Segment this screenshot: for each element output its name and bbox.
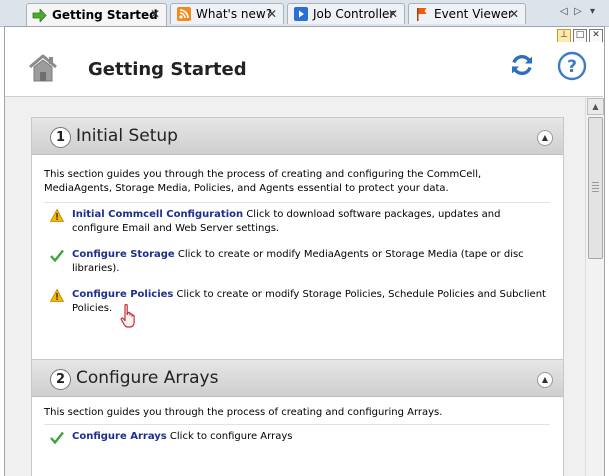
section-number: 1: [50, 127, 71, 148]
item-description: Click to configure Arrays: [169, 431, 293, 442]
configure-policies-link[interactable]: Configure Policies: [72, 289, 173, 300]
close-icon[interactable]: ✕: [509, 7, 519, 21]
section-header[interactable]: 1 Initial Setup ▲: [32, 118, 563, 155]
pin-icon[interactable]: ⊥: [557, 29, 571, 43]
configure-arrays-link[interactable]: Configure Arrays: [72, 431, 167, 442]
item-text: Initial Commcell Configuration Click to …: [72, 208, 550, 236]
vertical-scrollbar[interactable]: ▲: [585, 97, 604, 476]
tab-label: Event Viewer: [434, 7, 513, 21]
page-header: Getting Started ?: [5, 42, 603, 97]
item-text: Configure Policies Click to create or mo…: [72, 288, 550, 316]
close-icon[interactable]: ✕: [150, 7, 160, 21]
section-description: This section guides you through the proc…: [44, 169, 482, 194]
close-icon[interactable]: ✕: [388, 7, 398, 21]
svg-text:?: ?: [567, 57, 577, 77]
arrow-right-icon: [32, 8, 47, 23]
play-icon: [293, 7, 308, 22]
divider: [44, 424, 550, 425]
section-configure-arrays: 2 Configure Arrays ▲ This section guides…: [31, 359, 564, 476]
tab-scroll-right-icon[interactable]: ▷: [574, 6, 582, 17]
section-title: Configure Arrays: [76, 368, 219, 388]
tab-label: Job Controller: [313, 7, 395, 21]
check-icon: [50, 249, 64, 263]
section-title: Initial Setup: [76, 126, 178, 146]
section-header[interactable]: 2 Configure Arrays ▲: [32, 360, 563, 397]
page-title: Getting Started: [88, 59, 247, 80]
refresh-icon[interactable]: [509, 52, 535, 82]
section-description: This section guides you through the proc…: [44, 407, 443, 418]
tab-label: What's new?: [196, 7, 273, 21]
help-icon[interactable]: ?: [557, 51, 587, 85]
collapse-icon[interactable]: ▲: [537, 130, 553, 146]
tab-label: Getting Started: [52, 8, 158, 22]
tab-event-viewer[interactable]: Event Viewer ✕: [408, 3, 526, 24]
initial-commcell-configuration-link[interactable]: Initial Commcell Configuration: [72, 209, 243, 220]
tab-getting-started[interactable]: Getting Started ✕: [26, 3, 167, 26]
configure-storage-link[interactable]: Configure Storage: [72, 249, 175, 260]
scrollbar-thumb[interactable]: [588, 117, 603, 259]
view-window-controls: ⊥ □ ✕: [557, 29, 603, 43]
tab-job-controller[interactable]: Job Controller ✕: [287, 3, 405, 24]
grip-icon: [592, 182, 599, 194]
content-area: 1 Initial Setup ▲ This section guides yo…: [5, 97, 585, 476]
hand-cursor-icon: [118, 303, 140, 333]
item-text: Configure Arrays Click to configure Arra…: [72, 430, 550, 444]
tab-list-icon[interactable]: ▾: [590, 6, 595, 17]
item-text: Configure Storage Click to create or mod…: [72, 248, 550, 276]
divider: [44, 202, 550, 203]
home-icon[interactable]: [27, 52, 59, 88]
section-number: 2: [50, 369, 71, 390]
tab-bar: Getting Started ✕ What's new? ✕ Job Cont…: [0, 0, 609, 27]
check-icon: [50, 431, 64, 445]
collapse-icon[interactable]: ▲: [537, 372, 553, 388]
tab-whats-new[interactable]: What's new? ✕: [170, 3, 284, 24]
section-initial-setup: 1 Initial Setup ▲ This section guides yo…: [31, 117, 564, 364]
tab-scroll-left-icon[interactable]: ◁: [560, 6, 568, 17]
close-view-icon[interactable]: ✕: [589, 29, 603, 43]
rss-icon: [176, 7, 191, 22]
flag-icon: [414, 7, 429, 22]
warning-icon: [49, 208, 65, 223]
close-icon[interactable]: ✕: [267, 7, 277, 21]
warning-icon: [49, 288, 65, 303]
restore-icon[interactable]: □: [573, 29, 587, 43]
scroll-up-icon[interactable]: ▲: [587, 98, 604, 115]
